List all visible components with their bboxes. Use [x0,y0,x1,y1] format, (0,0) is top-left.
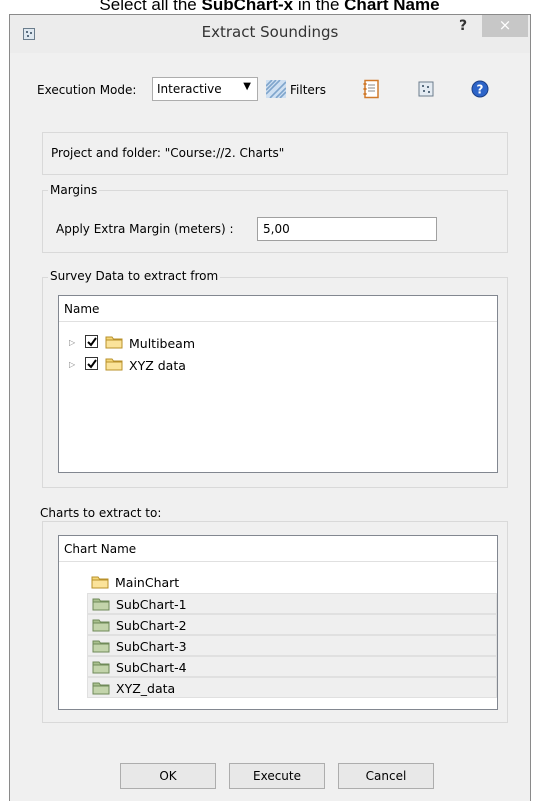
close-button[interactable]: × [482,15,528,37]
chart-row-label: SubChart-1 [116,597,187,612]
ok-button[interactable]: OK [120,763,216,789]
chart-row[interactable]: SubChart-4 [87,656,497,677]
project-folder-text: Project and folder: "Course://2. Charts" [51,146,285,160]
instruction-bold-1: SubChart-x [201,0,294,14]
expand-arrow-icon[interactable]: ▷ [69,360,75,369]
chart-row[interactable]: SubChart-2 [87,614,497,635]
execute-button[interactable]: Execute [229,763,325,789]
extra-margin-label: Apply Extra Margin (meters) : [56,222,234,236]
folder-icon [92,661,110,674]
execution-mode-label: Execution Mode: [37,83,137,97]
folder-icon [91,576,109,589]
survey-name-header[interactable]: Name [59,296,497,322]
tree-item-xyz-data[interactable]: ▷ XYZ data [59,354,497,376]
instruction-middle: in the [293,0,345,14]
extra-margin-field[interactable]: 5,00 [257,217,437,241]
survey-data-title: Survey Data to extract from [48,269,221,283]
multibeam-checkbox[interactable] [85,335,98,348]
toolbar: Execution Mode: Interactive ▼ Filters ? [10,77,530,105]
notes-icon[interactable] [362,79,382,99]
chart-row-label: XYZ_data [116,681,176,696]
expand-arrow-icon[interactable]: ▷ [69,338,75,347]
chart-row-label: MainChart [115,575,180,590]
chart-row-label: SubChart-2 [116,618,187,633]
chart-row[interactable]: SubChart-3 [87,635,497,656]
chart-row[interactable]: XYZ_data [87,677,497,698]
folder-icon [92,598,110,611]
help-circle-icon[interactable]: ? [470,79,490,99]
filters-label: Filters [290,83,326,97]
title-bar: Extract Soundings ? × [10,15,530,53]
chart-row-label: SubChart-3 [116,639,187,654]
tree-item-multibeam[interactable]: ▷ Multibeam [59,332,497,354]
instruction-prefix: Select all the [99,0,202,14]
soundings-icon[interactable] [416,79,436,99]
cancel-button[interactable]: Cancel [338,763,434,789]
instruction-bold-2: Chart Name [344,0,440,14]
charts-title: Charts to extract to: [40,506,162,520]
project-folder-box: Project and folder: "Course://2. Charts" [42,132,508,175]
folder-icon [92,640,110,653]
charts-tree: Chart Name MainChart SubChart-1 SubChart-2… [58,535,498,710]
chart-row[interactable]: MainChart [87,572,497,593]
survey-data-tree: Name ▷ Multibeam ▷ XYZ data [58,295,498,473]
execution-mode-select[interactable]: Interactive ▼ [152,77,258,101]
dropdown-arrow-icon: ▼ [243,81,251,92]
folder-icon [105,358,123,371]
xyz-data-label: XYZ data [129,358,186,373]
help-button[interactable]: ? [448,15,478,37]
margins-title: Margins [48,183,100,197]
folder-icon [105,336,123,349]
extract-soundings-dialog: Extract Soundings ? × Execution Mode: In… [9,14,531,801]
svg-text:?: ? [477,83,484,97]
folder-icon [92,619,110,632]
xyz-data-checkbox[interactable] [85,357,98,370]
multibeam-label: Multibeam [129,336,196,351]
filters-icon [266,80,286,98]
extra-margin-value: 5,00 [263,222,290,236]
folder-icon [92,682,110,695]
execution-mode-value: Interactive [157,82,222,96]
chart-row-label: SubChart-4 [116,660,187,675]
chart-row[interactable]: SubChart-1 [87,593,497,614]
chart-name-header[interactable]: Chart Name [59,536,497,562]
